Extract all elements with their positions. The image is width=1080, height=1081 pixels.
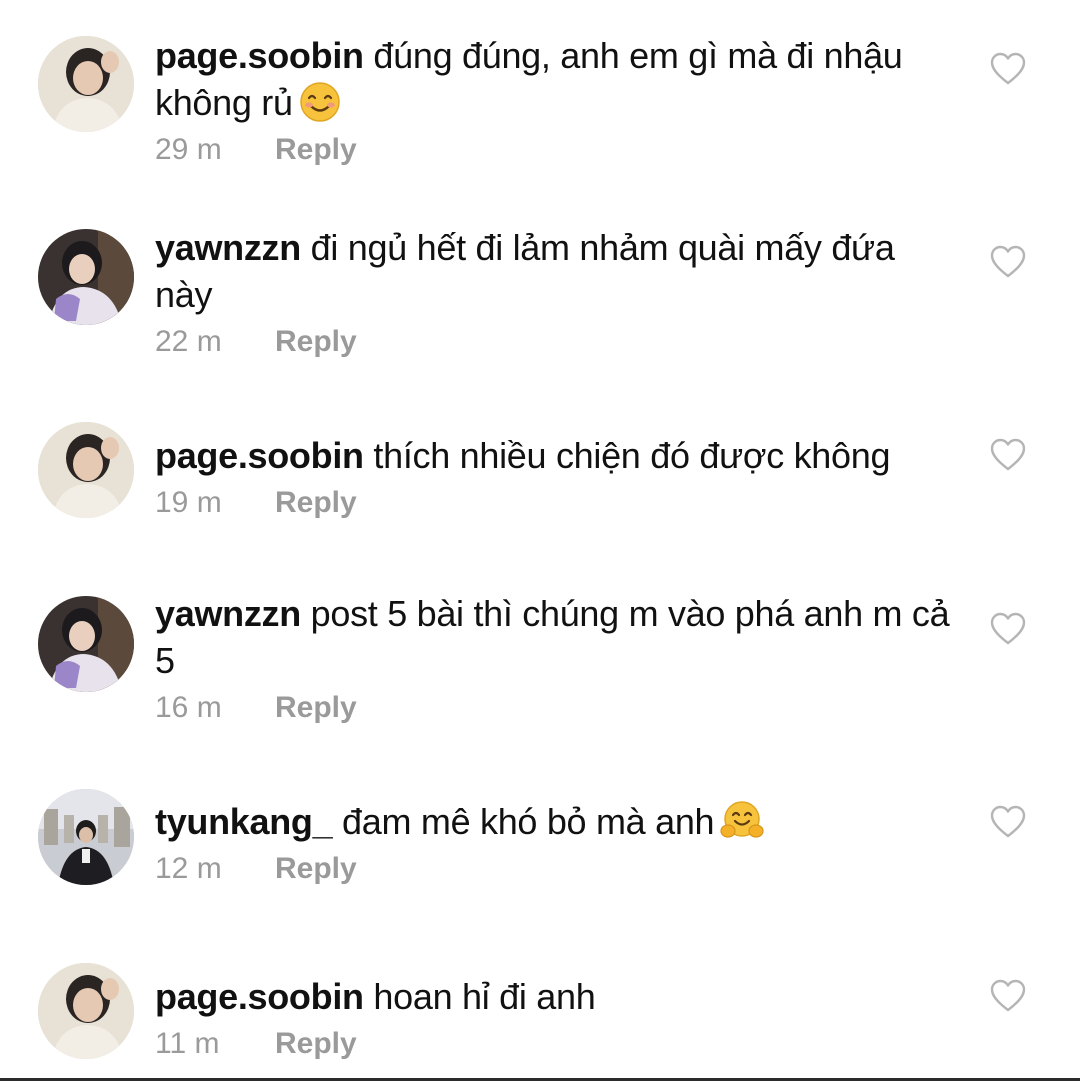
avatar-yawnzzn-image (38, 229, 134, 325)
comment-username[interactable]: page.soobin (155, 435, 364, 476)
hugging-face-icon (720, 800, 764, 842)
comment-username[interactable]: yawnzzn (155, 593, 301, 634)
comment-text: tyunkang_ đam mê khó bỏ mà anh (155, 798, 955, 845)
heart-icon[interactable] (990, 612, 1026, 646)
avatar[interactable] (38, 422, 134, 518)
avatar[interactable] (38, 596, 134, 692)
avatar-soobin-image (38, 422, 134, 518)
heart-icon[interactable] (990, 245, 1026, 279)
avatar-soobin-image (38, 963, 134, 1059)
comment-time: 29 m (155, 133, 222, 166)
comment-username[interactable]: yawnzzn (155, 227, 301, 268)
comment-time: 22 m (155, 325, 222, 358)
avatar[interactable] (38, 963, 134, 1059)
reply-button[interactable]: Reply (275, 851, 357, 887)
comment-body: hoan hỉ đi anh (373, 976, 596, 1017)
avatar[interactable] (38, 229, 134, 325)
avatar[interactable] (38, 789, 134, 885)
avatar[interactable] (38, 36, 134, 132)
comment-time: 11 m (155, 1027, 220, 1060)
comment-body: đam mê khó bỏ mà anh (342, 801, 715, 842)
comment-body: thích nhiều chiện đó được không (373, 435, 891, 476)
heart-icon[interactable] (990, 805, 1026, 839)
comment-time: 19 m (155, 486, 222, 519)
comment-time: 12 m (155, 852, 222, 885)
reply-button[interactable]: Reply (275, 485, 357, 521)
reply-button[interactable]: Reply (275, 1026, 357, 1062)
comment-username[interactable]: page.soobin (155, 35, 364, 76)
smiling-face-icon (299, 81, 341, 123)
reply-button[interactable]: Reply (275, 132, 357, 168)
comment-text: yawnzzn post 5 bài thì chúng m vào phá a… (155, 590, 955, 684)
avatar-soobin-image (38, 36, 134, 132)
heart-icon[interactable] (990, 979, 1026, 1013)
comment-text: yawnzzn đi ngủ hết đi lảm nhảm quài mấy … (155, 224, 955, 318)
avatar-yawnzzn-image (38, 596, 134, 692)
comment-text: page.soobin thích nhiều chiện đó được kh… (155, 432, 955, 479)
heart-icon[interactable] (990, 438, 1026, 472)
comment-username[interactable]: page.soobin (155, 976, 364, 1017)
comment-text: page.soobin đúng đúng, anh em gì mà đi n… (155, 32, 955, 126)
reply-button[interactable]: Reply (275, 690, 357, 726)
comment-text: page.soobin hoan hỉ đi anh (155, 973, 955, 1020)
comment-username[interactable]: tyunkang_ (155, 801, 333, 842)
avatar-tyunkang-image (38, 789, 134, 885)
comment-time: 16 m (155, 691, 222, 724)
reply-button[interactable]: Reply (275, 324, 357, 360)
heart-icon[interactable] (990, 52, 1026, 86)
